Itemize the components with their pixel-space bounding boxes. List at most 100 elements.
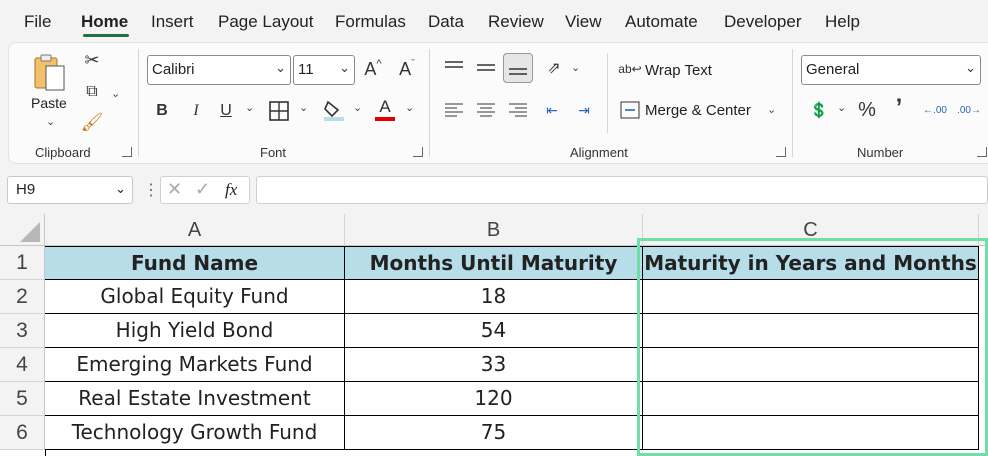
cell-a4[interactable]: Emerging Markets Fund — [45, 348, 345, 382]
tab-file[interactable]: File — [24, 12, 51, 32]
cell-a2[interactable]: Global Equity Fund — [45, 280, 345, 314]
tab-data[interactable]: Data — [428, 12, 464, 32]
format-painter-icon[interactable]: 🖌 — [81, 111, 104, 133]
increase-indent-icon[interactable]: ⇥ — [571, 97, 597, 123]
italic-button[interactable]: I — [185, 99, 207, 123]
underline-dropdown-icon[interactable]: ⌄ — [245, 101, 254, 114]
insert-function-button[interactable]: fx — [225, 180, 237, 200]
orientation-dropdown-icon[interactable]: ⌄ — [571, 61, 580, 74]
copy-icon[interactable]: ⧉ — [81, 81, 103, 103]
row-header-4[interactable]: 4 — [0, 348, 45, 382]
name-box[interactable]: H9 ⌄ — [7, 176, 133, 204]
underline-button[interactable]: U — [215, 99, 237, 123]
orientation-icon[interactable]: ⇗ — [541, 55, 567, 81]
tab-view[interactable]: View — [565, 12, 602, 32]
borders-dropdown-icon[interactable]: ⌄ — [299, 101, 308, 114]
tab-review[interactable]: Review — [488, 12, 544, 32]
borders-icon[interactable] — [267, 99, 291, 123]
font-group-label: Font — [260, 145, 287, 160]
cell-c6[interactable] — [643, 416, 979, 450]
cell-b5[interactable]: 120 — [345, 382, 643, 416]
fill-color-dropdown-icon[interactable]: ⌄ — [353, 101, 362, 114]
font-color-icon[interactable]: A — [373, 95, 397, 123]
tab-page-layout[interactable]: Page Layout — [218, 12, 313, 32]
align-left-icon[interactable] — [441, 97, 467, 123]
accounting-dropdown-icon[interactable]: ⌄ — [837, 101, 846, 114]
paste-dropdown-icon[interactable]: ⌄ — [46, 115, 55, 128]
cell-a3[interactable]: High Yield Bond — [45, 314, 345, 348]
chevron-down-icon: ⌄ — [275, 60, 286, 75]
align-right-icon[interactable] — [505, 97, 531, 123]
merge-center-button[interactable]: Merge & Center — [645, 102, 751, 119]
merge-center-icon[interactable] — [619, 99, 641, 121]
cell-a5[interactable]: Real Estate Investment — [45, 382, 345, 416]
more-options-icon[interactable]: ⋮ — [143, 180, 159, 200]
alignment-launcher-icon[interactable] — [776, 147, 786, 157]
tab-formulas[interactable]: Formulas — [335, 12, 406, 32]
cell-a1[interactable]: Fund Name — [45, 246, 345, 280]
align-middle-icon[interactable] — [473, 55, 499, 81]
font-color-dropdown-icon[interactable]: ⌄ — [405, 101, 414, 114]
enter-icon[interactable]: ✓ — [195, 179, 210, 200]
menu-bar: File Home Insert Page Layout Formulas Da… — [0, 0, 988, 40]
cell-c2[interactable] — [643, 280, 979, 314]
formula-controls: ✕ ✓ fx — [160, 176, 250, 204]
row-header-1[interactable]: 1 — [0, 246, 45, 280]
wrap-text-button[interactable]: Wrap Text — [645, 62, 712, 79]
row-header-3[interactable]: 3 — [0, 314, 45, 348]
percent-style-button[interactable]: % — [855, 97, 879, 123]
fill-color-icon[interactable] — [321, 97, 347, 123]
number-format-dropdown[interactable]: General ⌄ — [801, 55, 981, 85]
increase-font-icon[interactable]: A ^ — [361, 57, 385, 81]
font-name-dropdown[interactable]: Calibri ⌄ — [147, 55, 291, 85]
accounting-format-icon[interactable]: 💲 — [805, 97, 833, 123]
font-size-dropdown[interactable]: 11 ⌄ — [293, 55, 355, 85]
column-header-b[interactable]: B — [345, 214, 643, 246]
select-all-button[interactable] — [0, 214, 45, 246]
tab-home[interactable]: Home — [81, 12, 128, 32]
cell-b6[interactable]: 75 — [345, 416, 643, 450]
tab-automate[interactable]: Automate — [625, 12, 698, 32]
cell-b3[interactable]: 54 — [345, 314, 643, 348]
cell-b2[interactable]: 18 — [345, 280, 643, 314]
font-launcher-icon[interactable] — [413, 147, 423, 157]
tab-insert[interactable]: Insert — [151, 12, 194, 32]
number-launcher-icon[interactable] — [977, 147, 987, 157]
cell-b4[interactable]: 33 — [345, 348, 643, 382]
column-header-a[interactable]: A — [45, 214, 345, 246]
comma-style-button[interactable]: ’ — [889, 94, 909, 121]
cell-a6[interactable]: Technology Growth Fund — [45, 416, 345, 450]
copy-dropdown-icon[interactable]: ⌄ — [111, 87, 120, 100]
cell-c4[interactable] — [643, 348, 979, 382]
font-size-value: 11 — [298, 61, 314, 78]
decrease-indent-icon[interactable]: ⇤ — [539, 97, 565, 123]
row-header-5[interactable]: 5 — [0, 382, 45, 416]
decrease-font-icon[interactable]: Aˇ — [395, 57, 419, 81]
tab-help[interactable]: Help — [825, 12, 860, 32]
row-header-2[interactable]: 2 — [0, 280, 45, 314]
cut-icon[interactable]: ✂ — [81, 49, 103, 71]
align-top-icon[interactable] — [441, 55, 467, 81]
clipboard-launcher-icon[interactable] — [122, 147, 132, 157]
cell-c5[interactable] — [643, 382, 979, 416]
align-bottom-icon[interactable] — [503, 53, 533, 83]
tab-developer[interactable]: Developer — [724, 12, 802, 32]
font-name-value: Calibri — [152, 61, 195, 78]
wrap-text-icon[interactable]: ab↩ — [618, 57, 641, 81]
paste-icon[interactable] — [31, 51, 67, 95]
column-header-d[interactable] — [979, 214, 988, 246]
bold-button[interactable]: B — [151, 99, 173, 123]
active-tab-indicator — [83, 34, 129, 37]
align-center-icon[interactable] — [473, 97, 499, 123]
merge-dropdown-icon[interactable]: ⌄ — [767, 103, 776, 116]
increase-decimal-icon[interactable]: ←.00 — [921, 97, 949, 123]
cell-b1[interactable]: Months Until Maturity — [345, 246, 643, 280]
cell-c3[interactable] — [643, 314, 979, 348]
paste-label[interactable]: Paste — [31, 95, 67, 111]
cancel-icon[interactable]: ✕ — [167, 179, 182, 200]
cell-c1[interactable]: Maturity in Years and Months — [643, 246, 979, 280]
row-header-6[interactable]: 6 — [0, 416, 45, 450]
decrease-decimal-icon[interactable]: .00→ — [955, 97, 983, 123]
column-header-c[interactable]: C — [643, 214, 979, 246]
formula-input[interactable] — [256, 176, 988, 204]
